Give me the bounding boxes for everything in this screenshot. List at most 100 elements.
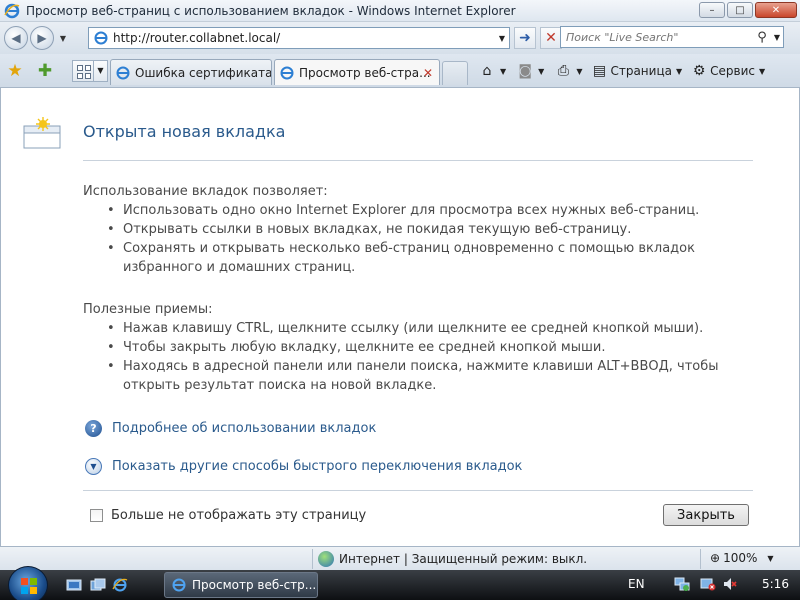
page-content: Открыта новая вкладка Использование вкла… xyxy=(0,88,800,546)
rss-feed-icon: ◙ xyxy=(518,63,532,79)
internet-explorer-icon xyxy=(172,578,186,592)
internet-explorer-icon xyxy=(4,3,20,18)
command-bar: ⌂ ▼ ◙ ▼ ⎙ ▼ ▤ Страница ▼ ⚙ Сервис ▼ xyxy=(478,60,769,82)
search-box[interactable]: ⚲ ▼ xyxy=(560,26,784,48)
page-icon: ▤ xyxy=(592,63,607,79)
expand-chevron-icon: ▼ xyxy=(85,458,102,475)
forward-button[interactable]: ▶ xyxy=(30,26,54,50)
title-bar: Просмотр веб-страниц с использованием вк… xyxy=(0,0,800,22)
divider xyxy=(83,160,753,161)
close-window-button[interactable]: ✕ xyxy=(755,2,797,18)
tab-browsing[interactable]: Просмотр веб-стра... ✕ xyxy=(274,59,440,85)
start-button[interactable] xyxy=(8,566,48,600)
address-toolbar: ◀ ▶ ▼ http://router.collabnet.local/ ▼ ➜… xyxy=(0,22,800,54)
divider xyxy=(700,549,701,569)
new-tab-icon xyxy=(23,117,61,149)
page-title: Открыта новая вкладка xyxy=(83,122,286,141)
back-button[interactable]: ◀ xyxy=(4,26,28,50)
list-item: Чтобы закрыть любую вкладку, щелкните ее… xyxy=(103,338,751,357)
help-question-icon: ? xyxy=(85,420,102,437)
benefits-list: Использовать одно окно Internet Explorer… xyxy=(103,201,751,277)
printer-icon: ⎙ xyxy=(557,63,569,79)
stop-button[interactable]: ✕ xyxy=(540,27,562,49)
home-button[interactable]: ⌂ ▼ xyxy=(478,62,507,80)
address-bar[interactable]: http://router.collabnet.local/ ▼ xyxy=(88,27,510,49)
search-input[interactable] xyxy=(561,30,753,44)
feeds-button[interactable]: ◙ ▼ xyxy=(516,62,544,80)
home-icon: ⌂ xyxy=(482,63,492,79)
security-alert-icon[interactable] xyxy=(700,576,716,592)
window-title: Просмотр веб-страниц с использованием вк… xyxy=(26,3,516,18)
quick-tabs-grid-icon xyxy=(77,65,83,71)
dont-show-again-checkbox[interactable] xyxy=(90,509,103,522)
tab-bar: ★ ✚ ▼ Ошибка сертификата: ... Просмотр в… xyxy=(0,54,800,88)
tab-list-dropdown[interactable]: ▼ xyxy=(94,60,108,82)
globe-icon xyxy=(318,551,334,567)
internet-explorer-icon[interactable] xyxy=(112,577,128,593)
go-arrow-icon: ➜ xyxy=(519,30,531,46)
arrow-right-icon: ▶ xyxy=(37,31,47,45)
section-intro: Использование вкладок позволяет: xyxy=(83,184,328,199)
dont-show-again-label[interactable]: Больше не отображать эту страницу xyxy=(111,508,366,523)
list-item: Открывать ссылки в новых вкладках, не по… xyxy=(103,220,751,239)
page-ie-icon xyxy=(280,66,294,79)
close-button[interactable]: Закрыть xyxy=(663,504,749,526)
zoom-dropdown-icon: ▼ xyxy=(767,553,774,563)
page-ie-icon xyxy=(116,66,130,79)
taskbar-ie-window[interactable]: Просмотр веб-стр... xyxy=(164,572,318,598)
taskbar: Просмотр веб-стр... EN 5:16 xyxy=(0,566,800,600)
list-item: Сохранять и открывать несколько веб-стра… xyxy=(103,239,751,277)
learn-more-label[interactable]: Подробнее об использовании вкладок xyxy=(112,421,376,436)
minimize-button[interactable]: – xyxy=(699,2,725,18)
page-ie-icon xyxy=(94,31,108,45)
learn-more-link[interactable]: ? Подробнее об использовании вкладок xyxy=(85,420,376,437)
tabs-benefits-section: Использование вкладок позволяет: Использ… xyxy=(83,182,751,277)
search-dropdown-icon[interactable]: ▼ xyxy=(771,33,783,42)
new-tab-button[interactable] xyxy=(442,61,468,85)
switch-windows-icon[interactable] xyxy=(90,577,106,593)
security-zone[interactable]: Интернет | Защищенный режим: выкл. xyxy=(318,551,587,567)
language-indicator[interactable]: EN xyxy=(628,577,645,591)
page-menu-label: Страница xyxy=(610,64,672,78)
list-item: Находясь в адресной панели или панели по… xyxy=(103,357,751,395)
arrow-left-icon: ◀ xyxy=(11,31,21,45)
status-bar: Интернет | Защищенный режим: выкл. ⊕ 100… xyxy=(0,546,800,570)
favorites-star-icon[interactable]: ★ xyxy=(6,62,24,80)
show-desktop-icon[interactable] xyxy=(66,577,82,593)
tips-list: Нажав клавишу CTRL, щелкните ссылку (или… xyxy=(103,319,751,395)
clock[interactable]: 5:16 xyxy=(762,577,789,591)
tab-label: Просмотр веб-стра... xyxy=(299,65,431,80)
print-button[interactable]: ⎙ ▼ xyxy=(554,62,583,80)
list-item: Нажав клавишу CTRL, щелкните ссылку (или… xyxy=(103,319,751,338)
recent-pages-dropdown[interactable]: ▼ xyxy=(56,26,70,50)
search-icon[interactable]: ⚲ xyxy=(753,30,771,45)
tools-menu[interactable]: ⚙ Сервис ▼ xyxy=(690,62,765,80)
show-switch-methods-label[interactable]: Показать другие способы быстрого переклю… xyxy=(112,459,522,474)
dont-show-again-row[interactable]: Больше не отображать эту страницу xyxy=(90,508,366,523)
address-dropdown-icon[interactable]: ▼ xyxy=(495,34,509,43)
window-controls: – □ ✕ xyxy=(699,2,797,18)
close-tab-icon[interactable]: ✕ xyxy=(423,66,433,80)
tips-section: Полезные приемы: Нажав клавишу CTRL, щел… xyxy=(83,300,751,395)
divider xyxy=(83,490,753,491)
zoom-magnifier-icon: ⊕ xyxy=(710,551,721,565)
add-favorites-icon[interactable]: ✚ xyxy=(36,62,54,80)
divider xyxy=(312,549,313,569)
maximize-button[interactable]: □ xyxy=(727,2,753,18)
network-icon[interactable] xyxy=(674,576,690,592)
system-tray: EN 5:16 xyxy=(620,570,800,600)
address-input[interactable]: http://router.collabnet.local/ xyxy=(113,31,495,45)
section-intro: Полезные приемы: xyxy=(83,302,213,317)
security-zone-label: Интернет | Защищенный режим: выкл. xyxy=(339,552,588,566)
gear-icon: ⚙ xyxy=(692,63,706,79)
volume-muted-icon[interactable] xyxy=(722,576,738,592)
go-button[interactable]: ➜ xyxy=(514,27,536,49)
zoom-level: 100% xyxy=(723,551,758,565)
zoom-control[interactable]: ⊕ 100% ▼ xyxy=(710,551,774,565)
windows-logo-icon xyxy=(21,578,37,594)
tab-certificate-error[interactable]: Ошибка сертификата: ... xyxy=(110,59,272,85)
page-menu[interactable]: ▤ Страница ▼ xyxy=(590,62,682,80)
quick-tabs-button[interactable] xyxy=(72,60,94,82)
tab-label: Ошибка сертификата: ... xyxy=(135,65,272,80)
show-switch-methods-link[interactable]: ▼ Показать другие способы быстрого перек… xyxy=(85,458,522,475)
